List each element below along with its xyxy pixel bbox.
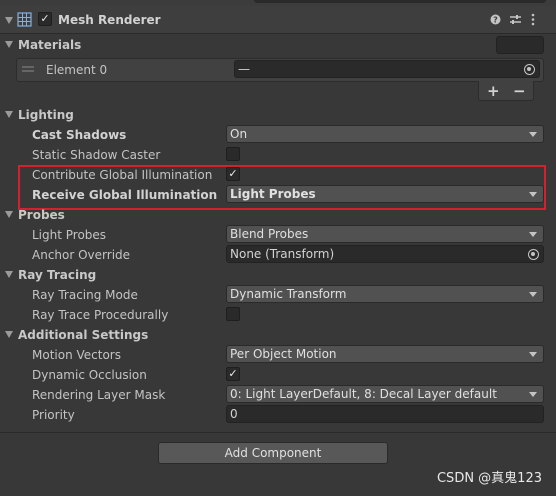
- light-probes-dropdown[interactable]: Blend Probes: [226, 225, 544, 243]
- help-icon[interactable]: ?: [490, 14, 501, 25]
- watermark-text: CSDN @真鬼123: [436, 471, 542, 486]
- lighting-fold-icon[interactable]: [5, 111, 13, 118]
- drag-handle-icon[interactable]: [22, 66, 34, 73]
- dropdown-arrow-icon: [529, 292, 537, 297]
- ray-tracing-mode-dropdown[interactable]: Dynamic Transform: [226, 285, 544, 303]
- remove-element-button[interactable]: −: [513, 83, 526, 99]
- static-shadow-caster-checkbox[interactable]: [226, 147, 240, 161]
- fold-arrow-icon[interactable]: [5, 17, 13, 24]
- component-divider: [0, 432, 556, 433]
- component-header[interactable]: ✓ Mesh Renderer ?: [0, 6, 556, 34]
- motion-vectors-label: Motion Vectors: [32, 348, 121, 362]
- cast-shadows-value: On: [230, 127, 248, 141]
- additional-settings-fold-icon[interactable]: [5, 331, 13, 338]
- priority-label: Priority: [32, 408, 75, 422]
- motion-vectors-dropdown[interactable]: Per Object Motion: [226, 345, 544, 363]
- ray-tracing-mode-value: Dynamic Transform: [230, 287, 347, 301]
- dynamic-occlusion-checkbox[interactable]: ✓: [226, 367, 240, 381]
- additional-settings-section-label[interactable]: Additional Settings: [18, 327, 148, 343]
- dynamic-occlusion-label: Dynamic Occlusion: [32, 368, 147, 382]
- preset-icon[interactable]: [509, 13, 522, 26]
- previous-field-edge: [254, 0, 546, 3]
- object-picker-icon[interactable]: [524, 64, 535, 75]
- ray-trace-procedurally-checkbox[interactable]: [226, 307, 240, 321]
- object-picker-icon[interactable]: [528, 249, 539, 260]
- rendering-layer-mask-dropdown[interactable]: 0: Light LayerDefault, 8: Decal Layer de…: [226, 385, 544, 403]
- probes-section-label[interactable]: Probes: [18, 207, 65, 223]
- anchor-override-value: None (Transform): [230, 247, 335, 261]
- cast-shadows-dropdown[interactable]: On: [226, 125, 544, 143]
- materials-section-label[interactable]: Materials: [18, 37, 81, 53]
- ray-tracing-mode-label: Ray Tracing Mode: [32, 288, 138, 302]
- light-probes-label: Light Probes: [32, 228, 107, 242]
- component-title: Mesh Renderer: [58, 13, 161, 27]
- anchor-override-field[interactable]: None (Transform): [226, 245, 544, 263]
- rendering-layer-mask-value: 0: Light LayerDefault, 8: Decal Layer de…: [230, 387, 497, 401]
- ray-tracing-fold-icon[interactable]: [5, 271, 13, 278]
- lighting-section-label[interactable]: Lighting: [18, 107, 74, 123]
- mesh-renderer-icon: [17, 12, 32, 27]
- dropdown-arrow-icon: [529, 232, 537, 237]
- dropdown-arrow-icon: [529, 392, 537, 397]
- add-component-button[interactable]: Add Component: [158, 442, 388, 464]
- static-shadow-caster-label: Static Shadow Caster: [32, 148, 161, 162]
- component-enabled-checkbox[interactable]: ✓: [38, 12, 52, 26]
- highlight-annotation-box: [18, 165, 546, 210]
- material-element-value: —: [238, 62, 250, 76]
- material-element-field[interactable]: —: [234, 60, 540, 78]
- anchor-override-label: Anchor Override: [32, 248, 131, 262]
- rendering-layer-mask-label: Rendering Layer Mask: [32, 388, 166, 402]
- ray-tracing-section-label[interactable]: Ray Tracing: [18, 267, 96, 283]
- materials-count-field[interactable]: [496, 36, 544, 54]
- motion-vectors-value: Per Object Motion: [230, 347, 337, 361]
- materials-fold-icon[interactable]: [5, 41, 13, 48]
- probes-fold-icon[interactable]: [5, 211, 13, 218]
- svg-text:?: ?: [493, 16, 498, 25]
- dropdown-arrow-icon: [529, 132, 537, 137]
- material-element-label: Element 0: [46, 63, 108, 77]
- cast-shadows-label: Cast Shadows: [32, 128, 127, 142]
- add-element-button[interactable]: +: [487, 83, 500, 99]
- kebab-menu-icon[interactable]: [530, 13, 536, 26]
- priority-field[interactable]: 0: [226, 405, 544, 423]
- light-probes-value: Blend Probes: [230, 227, 309, 241]
- ray-trace-procedurally-label: Ray Trace Procedurally: [32, 308, 169, 322]
- dropdown-arrow-icon: [529, 352, 537, 357]
